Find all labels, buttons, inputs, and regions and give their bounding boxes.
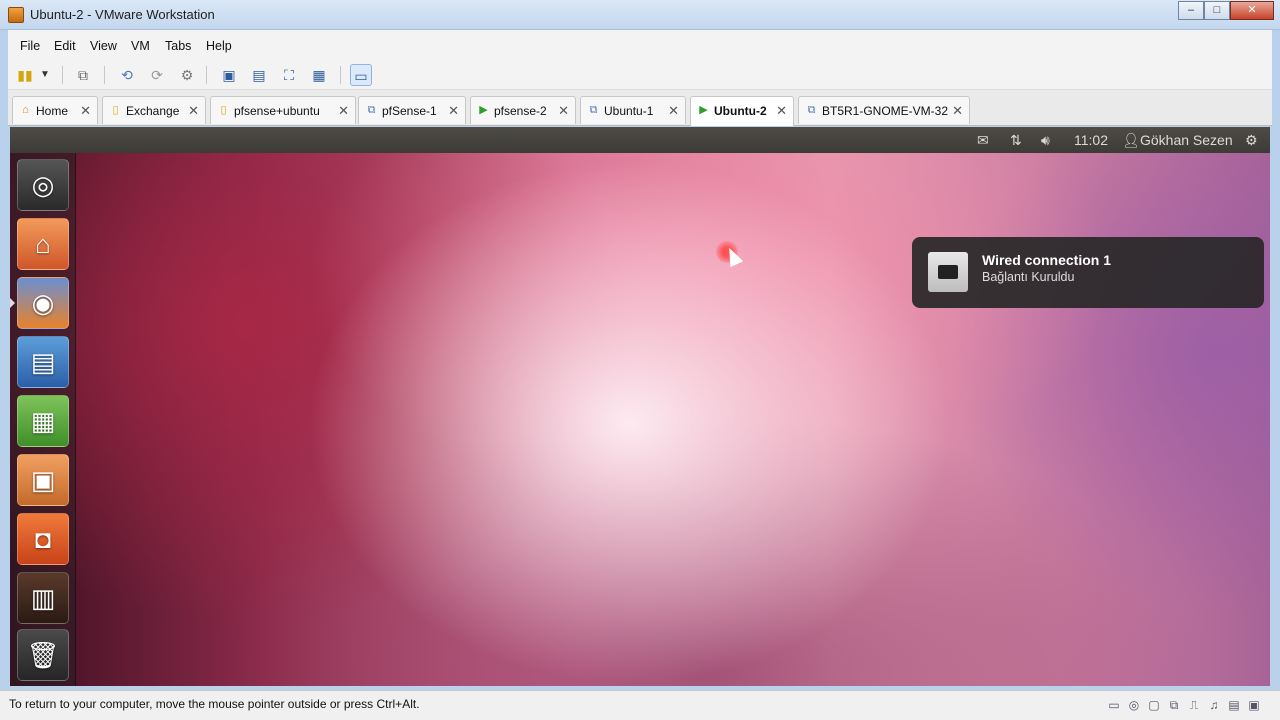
- notification-body: Bağlantı Kuruldu: [982, 270, 1075, 284]
- vm-icon: ⧉: [367, 104, 376, 116]
- tab-label: pfsense+ubuntu: [234, 104, 320, 118]
- status-text: To return to your computer, move the mou…: [9, 697, 420, 711]
- floppy-icon[interactable]: ▢: [1146, 697, 1162, 713]
- volume-icon[interactable]: 🔊︎: [1041, 132, 1050, 149]
- folder-home-icon[interactable]: ⌂: [17, 218, 69, 270]
- ubuntu-top-panel: ✉ ⇅ 🔊︎ 11:02 👤︎ Gökhan Sezen ⚙: [10, 127, 1270, 153]
- shopping-bag-icon[interactable]: ◘: [17, 513, 69, 565]
- close-icon[interactable]: ✕: [188, 103, 199, 119]
- vm-icon: ⧉: [589, 104, 598, 116]
- panel-user[interactable]: Gökhan Sezen: [1140, 132, 1233, 148]
- tab-pfsense-ubuntu[interactable]: ▯ pfsense+ubuntu ✕: [210, 96, 356, 124]
- mail-icon[interactable]: ✉: [977, 132, 989, 149]
- vm-icon: ⧉: [807, 104, 816, 116]
- toolbar: ▮▮ ▼ ⧉ ⟲ ⟳ ⚙ ▣ ▤ ⛶ ▦ ▭: [8, 62, 1272, 90]
- window-title: Ubuntu-2 - VMware Workstation: [30, 7, 215, 22]
- tab-label: Ubuntu-1: [604, 104, 654, 118]
- device-icons: ▭ ◎ ▢ ⧉ ⎍ ♫ ▤ ▣: [1106, 697, 1262, 713]
- folder-icon: ▯: [112, 104, 119, 116]
- menu-vm[interactable]: VM: [131, 39, 150, 53]
- tab-exchange[interactable]: ▯ Exchange ✕: [102, 96, 206, 124]
- window-controls: – □ ✕: [1178, 1, 1274, 20]
- toolbar-separator: [62, 66, 63, 84]
- tab-bt5r1-gnome[interactable]: ⧉ BT5R1-GNOME-VM-32 ✕: [798, 96, 970, 124]
- menu-edit[interactable]: Edit: [54, 39, 76, 53]
- firefox-icon[interactable]: ◉: [17, 277, 69, 329]
- panel-clock[interactable]: 11:02: [1074, 132, 1108, 148]
- status-bar: To return to your computer, move the mou…: [0, 690, 1280, 720]
- spreadsheet-icon[interactable]: ▦: [17, 395, 69, 447]
- dropdown-icon[interactable]: ▼: [34, 64, 56, 86]
- notification-bubble: Wired connection 1 Bağlantı Kuruldu: [912, 237, 1264, 308]
- title-bar: Ubuntu-2 - VMware Workstation – □ ✕: [0, 0, 1280, 30]
- tab-ubuntu-2[interactable]: ▶ Ubuntu-2 ✕: [690, 96, 794, 126]
- trash-icon[interactable]: 🗑︎: [17, 629, 69, 681]
- menu-bar: File Edit View VM Tabs Help: [8, 30, 1272, 62]
- tab-label: Ubuntu-2: [714, 104, 767, 118]
- snapshot-icon[interactable]: ⟲: [116, 64, 138, 86]
- close-icon[interactable]: ✕: [80, 103, 91, 119]
- menu-file[interactable]: File: [20, 39, 40, 53]
- user-icon: 👤︎: [1122, 132, 1140, 148]
- minimize-button[interactable]: –: [1178, 1, 1204, 20]
- close-icon[interactable]: ✕: [338, 103, 349, 119]
- snapshot-manager-icon[interactable]: ⚙: [176, 64, 198, 86]
- tab-label: pfsense-2: [494, 104, 547, 118]
- console-view-icon[interactable]: ▦: [308, 64, 330, 86]
- vm-console[interactable]: ✉ ⇅ 🔊︎ 11:02 👤︎ Gökhan Sezen ⚙ ◎ ⌂ ◉ ▤ ▦…: [10, 127, 1270, 686]
- folder-icon: ▯: [220, 104, 227, 116]
- close-icon[interactable]: ✕: [448, 103, 459, 119]
- menu-view[interactable]: View: [90, 39, 117, 53]
- network-adapter-icon[interactable]: ⧉: [1166, 697, 1182, 713]
- close-icon[interactable]: ✕: [668, 103, 679, 119]
- home-icon: ⌂: [22, 104, 29, 116]
- tab-ubuntu-1[interactable]: ⧉ Ubuntu-1 ✕: [580, 96, 686, 124]
- menu-help[interactable]: Help: [206, 39, 232, 53]
- tab-home[interactable]: ⌂ Home ✕: [12, 96, 98, 124]
- revert-icon[interactable]: ⟳: [146, 64, 168, 86]
- close-button[interactable]: ✕: [1230, 1, 1274, 20]
- tab-label: Home: [36, 104, 69, 118]
- tab-label: BT5R1-GNOME-VM-32: [822, 104, 949, 118]
- notification-title: Wired connection 1: [982, 252, 1112, 268]
- document-icon[interactable]: ▤: [17, 336, 69, 388]
- vm-running-icon: ▶: [479, 104, 488, 116]
- ubuntu-desktop[interactable]: [10, 153, 1270, 686]
- unity-launcher: ◎ ⌂ ◉ ▤ ▦ ▣ ◘ ▥ 🗑︎: [10, 153, 76, 686]
- toolbar-separator: [206, 66, 207, 84]
- fullscreen-icon[interactable]: ⛶: [278, 64, 300, 86]
- wired-network-icon: [928, 252, 968, 292]
- maximize-button[interactable]: □: [1204, 1, 1230, 20]
- menu-tabs[interactable]: Tabs: [165, 39, 191, 53]
- toolbar-separator: [340, 66, 341, 84]
- cd-icon[interactable]: ◎: [1126, 697, 1142, 713]
- quick-switch-icon[interactable]: ▣: [218, 64, 240, 86]
- display-icon[interactable]: ▣: [1246, 697, 1262, 713]
- session-gear-icon[interactable]: ⚙: [1245, 132, 1258, 149]
- network-icon[interactable]: ⧉: [72, 64, 94, 86]
- workspace-icon[interactable]: ▥: [17, 572, 69, 624]
- tab-label: pfSense-1: [382, 104, 437, 118]
- close-icon[interactable]: ✕: [776, 103, 787, 119]
- close-icon[interactable]: ✕: [952, 103, 963, 119]
- hdd-icon[interactable]: ▭: [1106, 697, 1122, 713]
- power-icon[interactable]: ▮▮: [14, 64, 36, 86]
- tab-bar: ⌂ Home ✕ ▯ Exchange ✕ ▯ pfsense+ubuntu ✕…: [8, 90, 1272, 126]
- vmware-app-icon: [8, 7, 24, 23]
- network-indicator-icon[interactable]: ⇅: [1010, 132, 1022, 149]
- printer-icon[interactable]: ▤: [1226, 697, 1242, 713]
- close-icon[interactable]: ✕: [558, 103, 569, 119]
- presentation-icon[interactable]: ▣: [17, 454, 69, 506]
- unity-icon[interactable]: ▭: [350, 64, 372, 86]
- exclusive-icon[interactable]: ▤: [248, 64, 270, 86]
- tab-pfsense-2[interactable]: ▶ pfsense-2 ✕: [470, 96, 576, 124]
- vm-running-icon: ▶: [699, 104, 708, 116]
- toolbar-separator: [104, 66, 105, 84]
- ubuntu-logo-icon[interactable]: ◎: [17, 159, 69, 211]
- tab-pfsense-1[interactable]: ⧉ pfSense-1 ✕: [358, 96, 466, 124]
- sound-icon[interactable]: ♫: [1206, 697, 1222, 713]
- tab-label: Exchange: [126, 104, 180, 118]
- active-indicator: [10, 298, 15, 308]
- usb-icon[interactable]: ⎍: [1186, 697, 1202, 713]
